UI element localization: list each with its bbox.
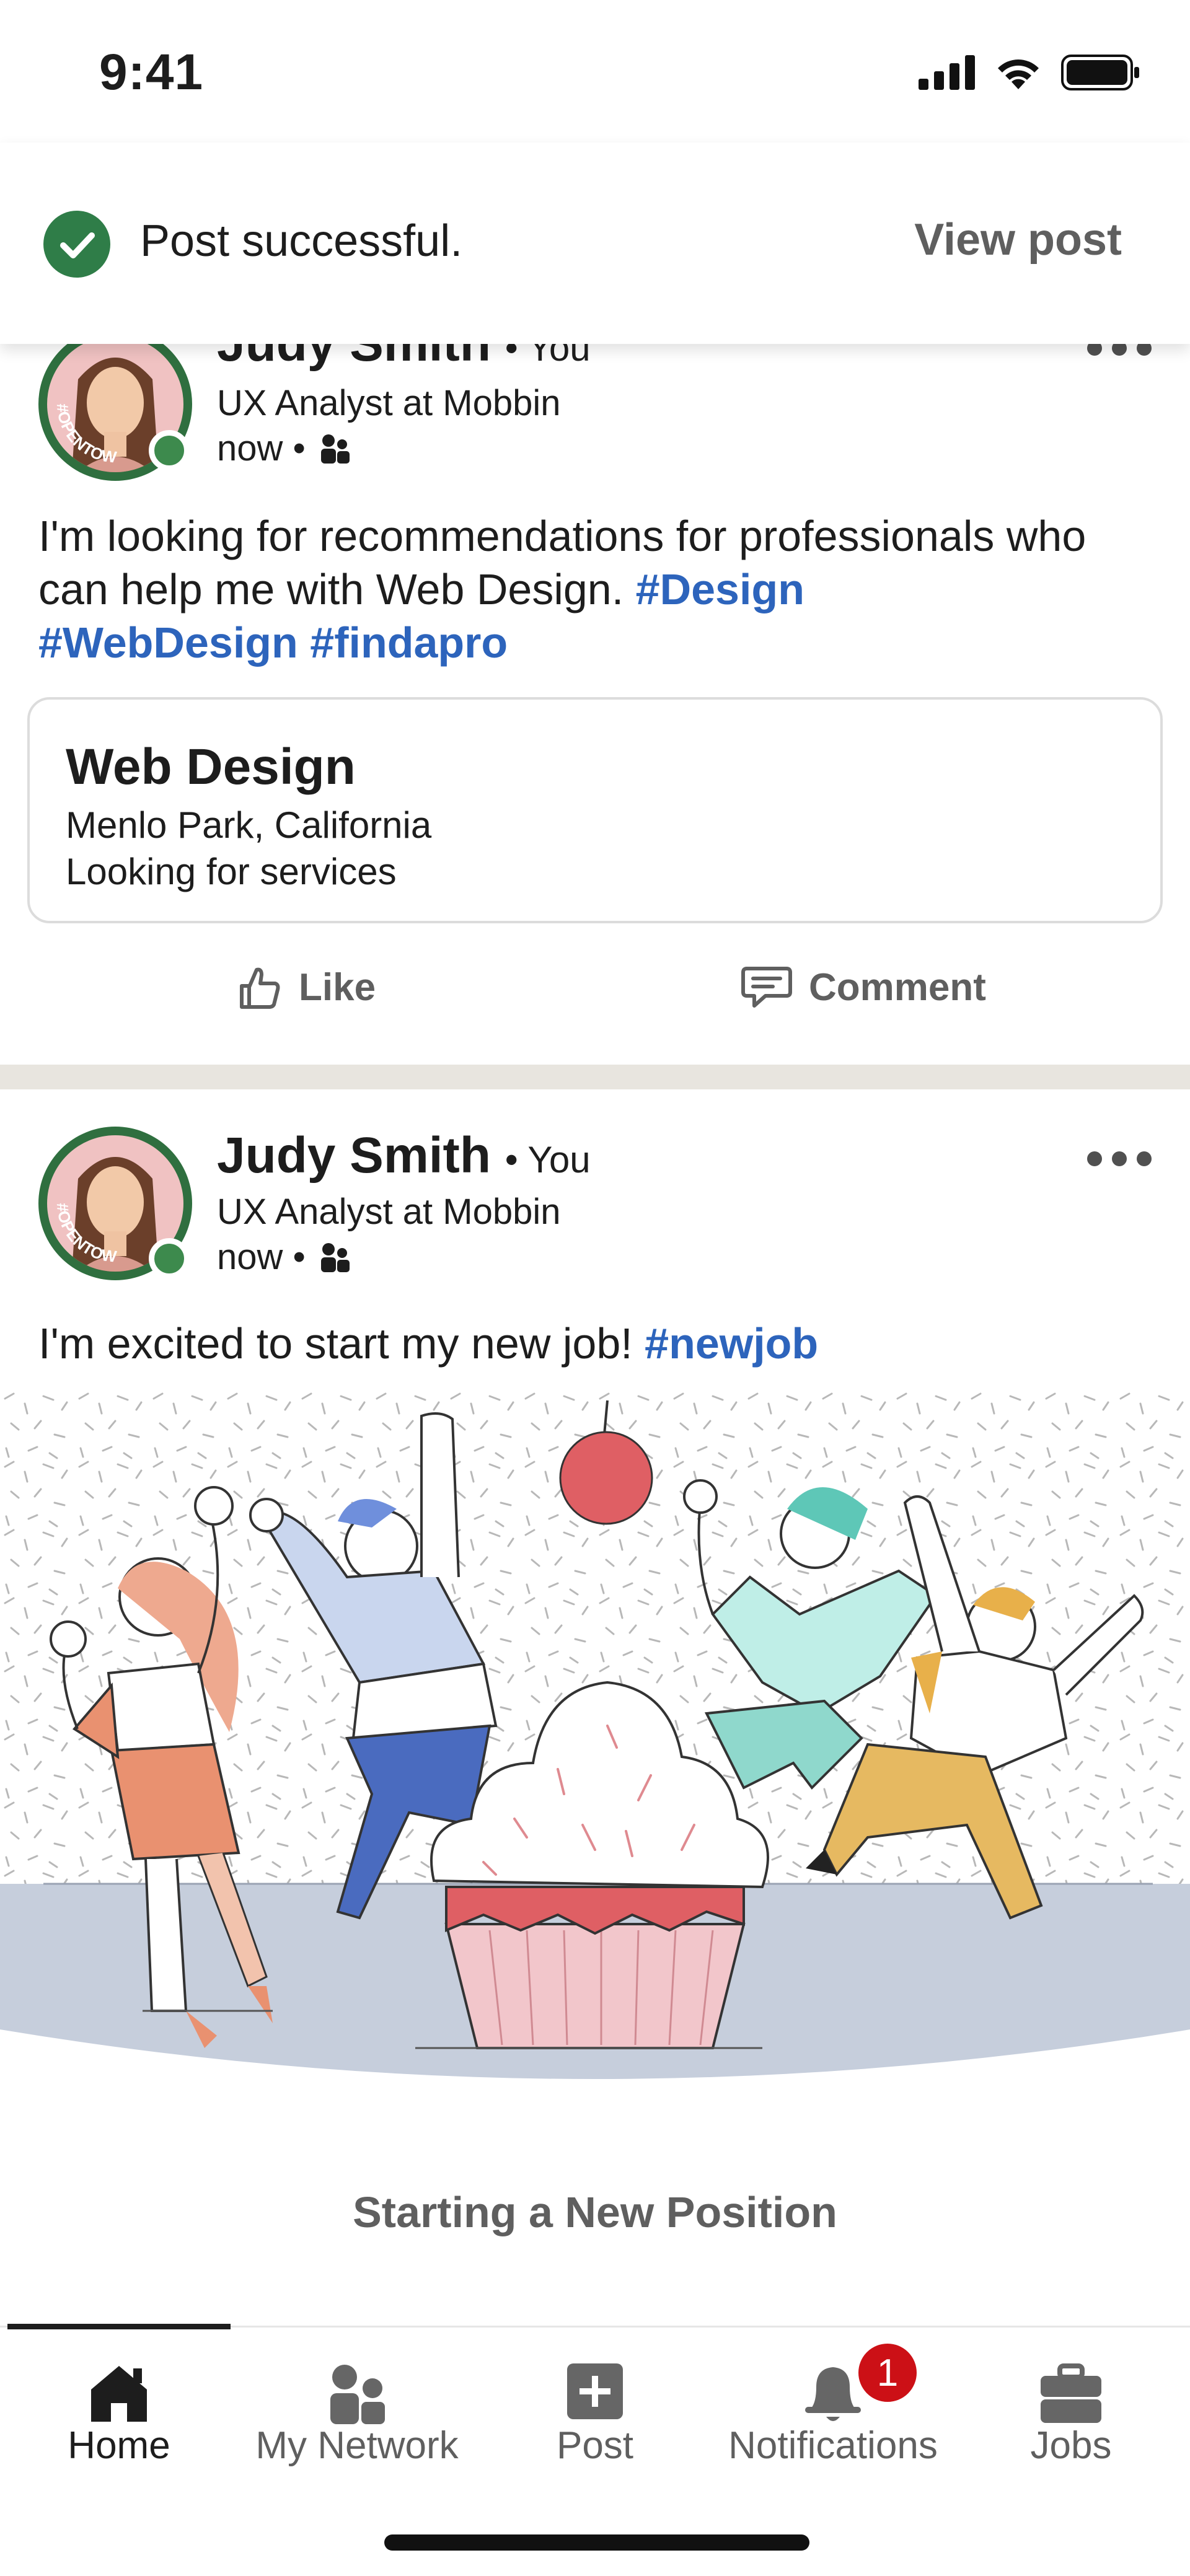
nav-home[interactable]: Home: [0, 2328, 238, 2489]
online-status-dot: [149, 430, 190, 471]
celebration-illustration[interactable]: [0, 1391, 1190, 2110]
home-indicator: [384, 2534, 809, 2551]
nav-my-network[interactable]: My Network: [238, 2328, 476, 2489]
post-icon: [567, 2363, 623, 2419]
post-text: I'm looking for recommendations for prof…: [38, 512, 1086, 613]
nav-jobs[interactable]: Jobs: [952, 2328, 1190, 2489]
comment-button[interactable]: Comment: [741, 964, 986, 1011]
feed-divider: [0, 1065, 1190, 1089]
nav-notifications-label: Notifications: [728, 2424, 938, 2467]
author-name[interactable]: Judy Smith • You: [217, 1127, 591, 1185]
status-bar: 9:41: [0, 0, 1190, 143]
connections-visibility-icon: [320, 434, 350, 464]
service-status: Looking for services: [66, 851, 397, 892]
online-status-dot: [149, 1238, 190, 1279]
like-label: Like: [299, 965, 376, 1009]
nav-jobs-label: Jobs: [1030, 2424, 1112, 2467]
nav-home-label: Home: [68, 2424, 170, 2467]
post-body: I'm excited to start my new job! #newjob: [38, 1317, 1154, 1370]
author-headline: UX Analyst at Mobbin: [217, 383, 561, 423]
nav-post[interactable]: Post: [476, 2328, 714, 2489]
hashtag-link[interactable]: #newjob: [645, 1319, 818, 1368]
checkmark-icon: [43, 211, 110, 278]
toast-message: Post successful.: [140, 216, 463, 266]
service-title: Web Design: [66, 739, 356, 795]
post-time: now •: [217, 428, 351, 469]
hashtag-link[interactable]: #WebDesign: [38, 618, 298, 667]
post-time-text: now •: [217, 1237, 306, 1277]
author-relation: • You: [505, 1139, 591, 1180]
comment-label: Comment: [809, 965, 986, 1009]
service-request-card[interactable]: Web Design Menlo Park, California Lookin…: [27, 697, 1163, 923]
battery-icon: [1061, 55, 1139, 90]
notification-badge: 1: [853, 2339, 922, 2407]
comment-icon: [741, 967, 792, 1008]
svg-text:#OPENTOWORK: #OPENTOWORK: [38, 327, 118, 467]
home-icon: [91, 2366, 147, 2422]
like-button[interactable]: Like: [236, 964, 376, 1011]
more-options-button[interactable]: [1087, 1151, 1152, 1166]
connections-visibility-icon: [320, 1242, 350, 1272]
thumbs-up-icon: [240, 967, 280, 1009]
hashtag-link[interactable]: #findapro: [310, 618, 508, 667]
status-icons: [919, 55, 1140, 90]
post-time-text: now •: [217, 428, 306, 468]
briefcase-icon: [1041, 2363, 1101, 2423]
hashtag-link[interactable]: #Design: [636, 565, 804, 613]
celebration-caption: Starting a New Position: [353, 2188, 837, 2236]
post-text: I'm excited to start my new job!: [38, 1319, 645, 1368]
success-toast: Post successful. View post: [0, 143, 1190, 344]
nav-my-network-label: My Network: [255, 2424, 459, 2467]
wifi-icon: [998, 59, 1039, 89]
post-time: now •: [217, 1236, 351, 1278]
author-name-text: Judy Smith: [217, 1127, 491, 1184]
network-icon: [330, 2365, 385, 2424]
post-body: I'm looking for recommendations for prof…: [38, 509, 1154, 669]
nav-notifications[interactable]: 1 Notifications: [714, 2328, 952, 2489]
cellular-signal-icon: [919, 55, 975, 90]
svg-text:#OPENTOWORK: #OPENTOWORK: [38, 1127, 118, 1266]
service-location: Menlo Park, California: [66, 804, 432, 846]
nav-post-label: Post: [556, 2424, 634, 2467]
view-post-button[interactable]: View post: [914, 214, 1122, 265]
status-time: 9:41: [99, 44, 204, 100]
author-headline: UX Analyst at Mobbin: [217, 1192, 561, 1232]
